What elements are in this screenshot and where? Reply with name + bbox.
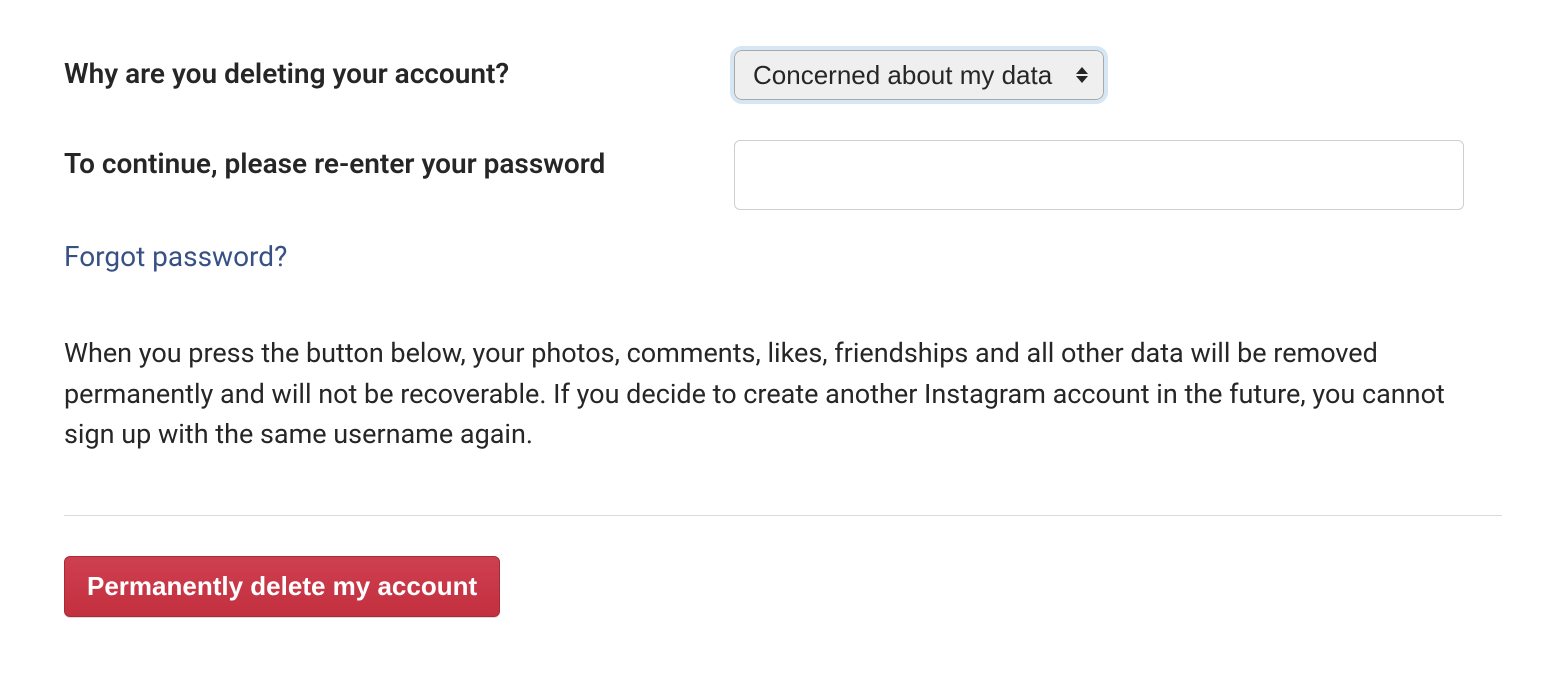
divider — [64, 515, 1502, 516]
warning-text: When you press the button below, your ph… — [64, 333, 1494, 455]
forgot-password-link[interactable]: Forgot password? — [64, 240, 287, 273]
password-row: To continue, please re-enter your passwo… — [64, 140, 1502, 210]
reason-label: Why are you deleting your account? — [64, 50, 734, 92]
reason-row: Why are you deleting your account? Conce… — [64, 50, 1502, 100]
reason-select[interactable]: Concerned about my data — [734, 50, 1104, 100]
permanently-delete-button[interactable]: Permanently delete my account — [64, 556, 500, 617]
password-label: To continue, please re-enter your passwo… — [64, 140, 734, 182]
password-control-wrap — [734, 140, 1502, 210]
forgot-row: Forgot password? — [64, 240, 1502, 273]
password-input[interactable] — [734, 140, 1464, 210]
reason-select-wrap: Concerned about my data — [734, 50, 1104, 100]
reason-control-wrap: Concerned about my data — [734, 50, 1502, 100]
